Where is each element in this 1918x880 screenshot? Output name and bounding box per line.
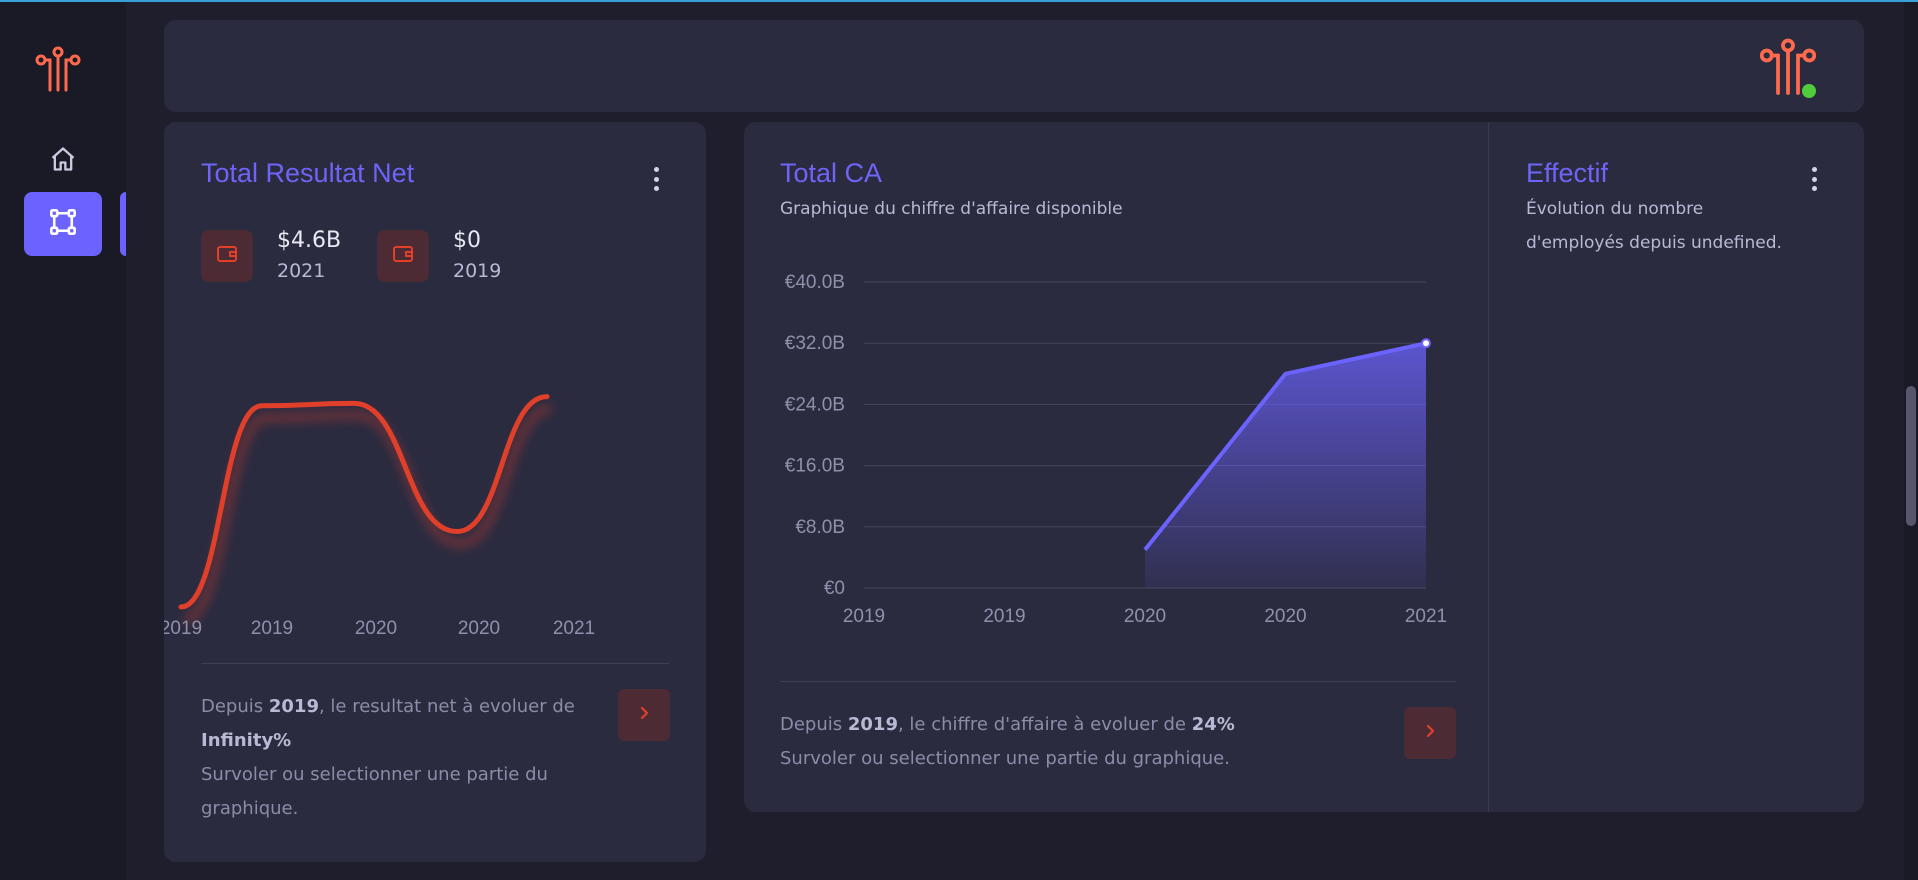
x-tick-label: 2021 bbox=[553, 618, 595, 639]
x-tick-label: 2021 bbox=[1405, 606, 1447, 627]
y-tick-label: €40.0B bbox=[785, 272, 845, 293]
card-subtitle: Graphique du chiffre d'affaire disponibl… bbox=[780, 199, 1123, 219]
section-divider bbox=[1488, 122, 1489, 812]
details-button[interactable] bbox=[1404, 707, 1456, 759]
card-title: Total Resultat Net bbox=[201, 158, 415, 188]
x-tick-label: 2020 bbox=[1264, 606, 1306, 627]
effectif-subtitle: Évolution du nombre bbox=[1526, 199, 1704, 219]
sidebar-item-home[interactable] bbox=[44, 142, 82, 180]
stat-badge bbox=[377, 230, 429, 282]
scrollbar-thumb[interactable] bbox=[1906, 386, 1916, 526]
x-tick-label: 2020 bbox=[458, 618, 500, 639]
card-title: Total CA bbox=[780, 158, 883, 188]
x-tick-label: 2020 bbox=[355, 618, 397, 639]
line-shadow bbox=[183, 404, 552, 624]
x-tick-label: 2019 bbox=[251, 618, 293, 639]
stat-badge bbox=[201, 230, 253, 282]
x-tick-label: 2019 bbox=[843, 606, 885, 627]
details-button[interactable] bbox=[618, 689, 670, 741]
stat-year: 2021 bbox=[277, 260, 326, 282]
chevron-right-icon bbox=[636, 705, 652, 725]
x-tick-label: 2019 bbox=[983, 606, 1025, 627]
home-icon bbox=[49, 145, 77, 177]
resultat-net-footer: Depuis 2019, le resultat net à evoluer d… bbox=[201, 696, 575, 819]
more-menu-icon[interactable] bbox=[1810, 167, 1818, 191]
card-divider bbox=[780, 681, 1456, 682]
online-status-dot bbox=[1800, 82, 1818, 100]
y-tick-label: €0 bbox=[824, 578, 845, 599]
scrollbar[interactable] bbox=[1904, 2, 1918, 880]
x-tick-label: 2019 bbox=[164, 618, 202, 639]
window-top-border bbox=[0, 0, 1918, 2]
total-ca-footer: Depuis 2019, le chiffre d'affaire à evol… bbox=[780, 714, 1235, 769]
y-tick-label: €16.0B bbox=[785, 456, 845, 477]
more-menu-icon[interactable] bbox=[652, 167, 660, 191]
sidebar-item-charts[interactable] bbox=[24, 192, 102, 256]
chevron-right-icon bbox=[1422, 723, 1438, 743]
top-header bbox=[164, 20, 1864, 112]
x-tick-label: 2020 bbox=[1124, 606, 1166, 627]
nodes-icon bbox=[49, 208, 77, 240]
active-nav-indicator bbox=[120, 192, 126, 256]
wallet-icon bbox=[215, 242, 239, 270]
stat-value: $0 bbox=[453, 228, 481, 253]
sidebar bbox=[0, 2, 126, 880]
y-tick-label: €8.0B bbox=[795, 517, 845, 538]
stat-value: $4.6B bbox=[277, 228, 342, 253]
total-ca-card: Total CA Graphique du chiffre d'affaire … bbox=[744, 122, 1864, 812]
total-ca-chart[interactable]: €0 €8.0B €16.0B €24.0B €32.0B €40.0B 2019 2019 2… bbox=[744, 252, 1488, 772]
stat-year: 2019 bbox=[453, 260, 502, 282]
wallet-icon bbox=[391, 242, 415, 270]
circuit-logo-icon[interactable] bbox=[34, 46, 82, 94]
data-point bbox=[1421, 338, 1431, 349]
effectif-subtitle: d'employés depuis undefined. bbox=[1526, 233, 1782, 253]
y-tick-label: €32.0B bbox=[785, 333, 845, 354]
resultat-net-card: Total Resultat Net $4.6B 2021 $0 2019 20… bbox=[164, 122, 706, 862]
y-tick-label: €24.0B bbox=[785, 394, 845, 415]
effectif-title: Effectif bbox=[1526, 158, 1609, 188]
card-divider bbox=[201, 663, 669, 664]
